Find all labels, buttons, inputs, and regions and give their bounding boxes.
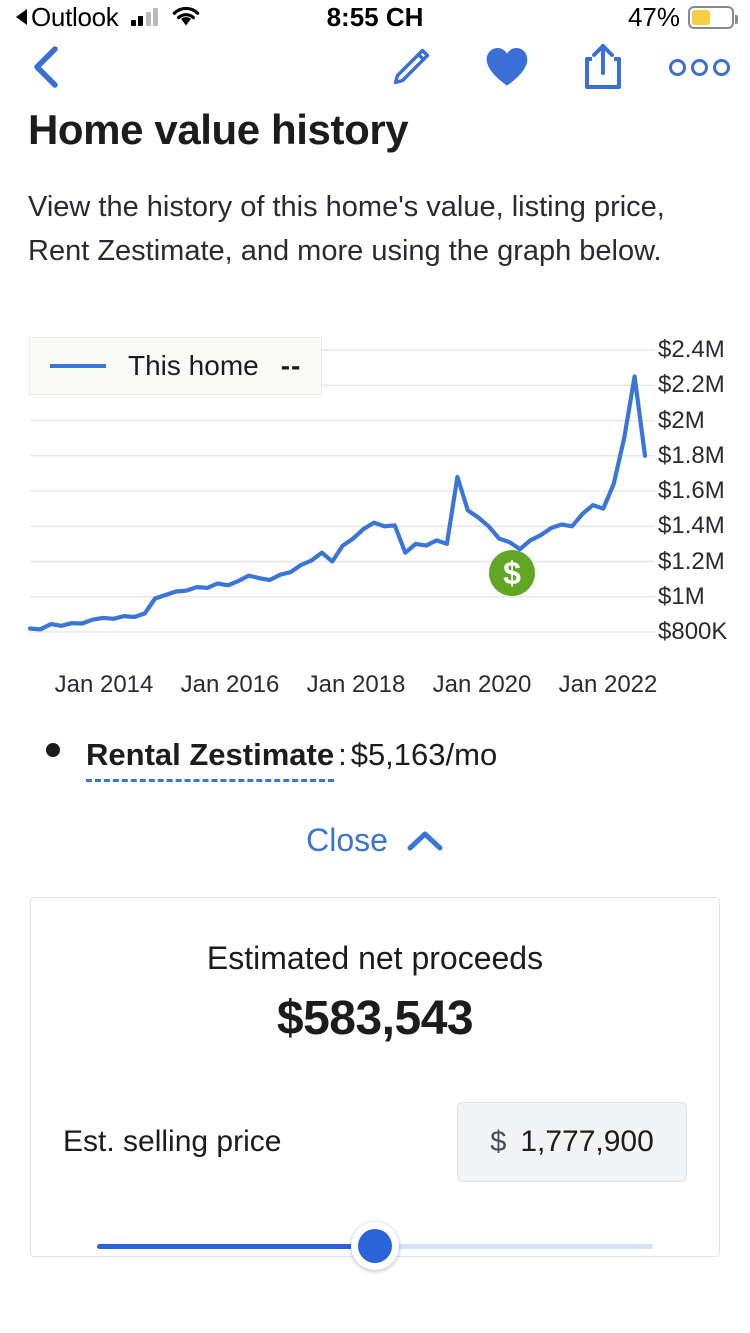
y-axis-tick-label: $2.4M — [658, 336, 725, 363]
more-options-button[interactable] — [668, 44, 730, 90]
x-axis-tick-label: Jan 2020 — [432, 671, 532, 698]
net-proceeds-amount: $583,543 — [276, 992, 474, 1045]
legend-series-name: This home — [128, 350, 259, 381]
y-axis-tick-label: $1.6M — [658, 477, 725, 504]
x-axis-tick-label: Jan 2018 — [306, 671, 406, 698]
status-bar-left: Outlook — [16, 2, 201, 33]
chevron-up-icon — [407, 831, 443, 850]
slider-thumb[interactable] — [351, 1222, 399, 1270]
pencil-icon — [393, 48, 430, 85]
page-description: View the history of this home's value, l… — [28, 191, 665, 267]
battery-icon — [688, 5, 738, 29]
close-label: Close — [306, 822, 388, 858]
share-button[interactable] — [580, 44, 626, 90]
rental-zestimate-row: Rental Zestimate : $5,163/mo — [0, 701, 750, 782]
return-to-app-link[interactable]: Outlook — [16, 2, 119, 33]
rental-zestimate-value: $5,163/mo — [350, 737, 498, 772]
y-axis-tick-label: $2M — [658, 406, 705, 434]
rental-zestimate-term[interactable]: Rental Zestimate — [86, 737, 335, 782]
battery-percent-label: 47% — [627, 1, 680, 32]
chart-legend: This home -- — [29, 337, 323, 395]
y-axis-tick-label: $1.4M — [658, 512, 725, 540]
more-options-icon — [668, 58, 730, 76]
slider-track-fill — [97, 1244, 375, 1249]
legend-line-swatch — [50, 364, 106, 368]
y-axis-tick-label: $1M — [658, 582, 705, 610]
chart-line-series — [27, 374, 648, 632]
home-value-chart[interactable]: This home -- $2.4M $2.2M $2M $1.8M $1.6M $1.4… — [0, 331, 750, 701]
chevron-left-icon — [34, 46, 58, 88]
dollar-badge-icon[interactable]: $ — [489, 550, 535, 597]
rental-zestimate-separator: : — [338, 737, 347, 772]
navigation-bar — [0, 34, 750, 100]
nav-action-group — [388, 44, 730, 90]
selling-price-input[interactable]: $ 1,777,900 — [457, 1102, 687, 1182]
favorite-button[interactable] — [484, 44, 530, 90]
selling-price-value: 1,777,900 — [520, 1125, 654, 1158]
status-bar: Outlook 8:55 CH 47% — [0, 0, 750, 34]
close-button[interactable]: Close — [0, 822, 750, 859]
estimated-net-proceeds-card: Estimated net proceeds $583,543 Est. sel… — [30, 897, 720, 1270]
x-axis-tick-label: Jan 2014 — [54, 671, 154, 698]
wifi-icon — [171, 6, 201, 28]
back-triangle-icon — [16, 9, 27, 25]
currency-symbol: $ — [490, 1125, 507, 1158]
page-title: Home value history — [28, 106, 409, 153]
x-axis-tick-label: Jan 2016 — [180, 671, 280, 698]
card-title: Estimated net proceeds — [206, 940, 544, 976]
edit-button[interactable] — [388, 44, 434, 90]
y-axis-tick-label: $1.8M — [658, 441, 725, 469]
heart-filled-icon — [486, 47, 528, 86]
status-bar-right: 47% — [627, 1, 738, 33]
back-button[interactable] — [28, 43, 76, 91]
share-icon — [585, 44, 621, 89]
selling-price-row: Est. selling price $ 1,777,900 — [63, 1102, 687, 1182]
dollar-glyph: $ — [503, 555, 521, 592]
selling-price-label: Est. selling price — [63, 1125, 282, 1158]
y-axis-tick-label: $1.2M — [658, 547, 725, 575]
y-axis-tick-label: $2.2M — [658, 371, 725, 399]
selling-price-slider[interactable] — [97, 1222, 653, 1270]
legend-series-value: -- — [280, 350, 302, 381]
signal-bars-icon — [130, 8, 159, 26]
x-axis-tick-label: Jan 2022 — [558, 671, 658, 698]
carrier-app-label: Outlook — [31, 1, 119, 32]
y-axis-tick-label: $800K — [658, 618, 728, 645]
bullet-icon — [46, 743, 60, 757]
